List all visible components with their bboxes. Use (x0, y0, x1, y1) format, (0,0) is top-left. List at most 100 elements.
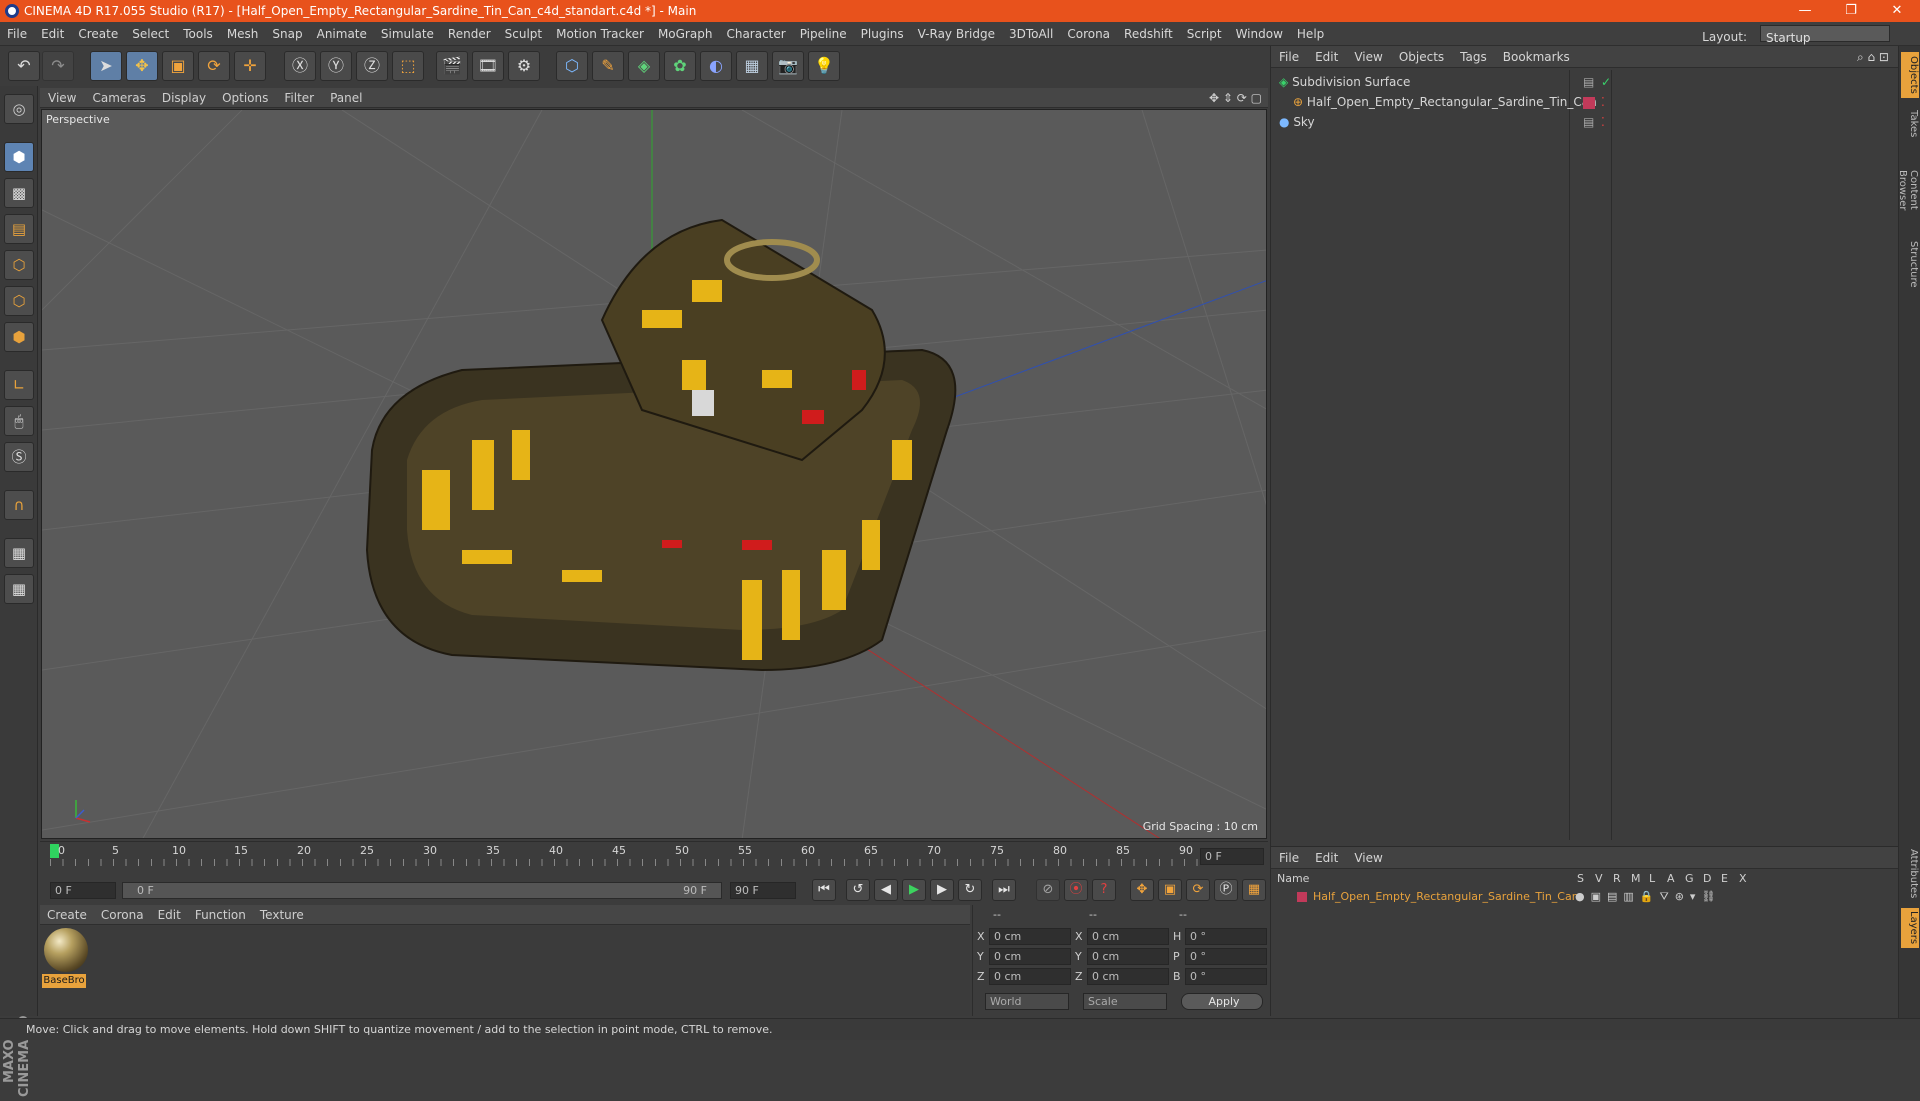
menu-script[interactable]: Script (1180, 22, 1229, 46)
layer-row[interactable]: Half_Open_Empty_Rectangular_Sardine_Tin_… (1275, 889, 1895, 905)
close-button[interactable]: ✕ (1874, 0, 1920, 22)
autokey-icon[interactable]: ? (1092, 879, 1116, 901)
x-axis-lock-icon[interactable]: Ⓧ (284, 51, 316, 81)
play-icon[interactable]: ▶ (902, 879, 926, 901)
goto-start-icon[interactable]: ⏮ (812, 879, 836, 901)
recent-tool-icon[interactable]: ✛ (234, 51, 266, 81)
enabled-check-icon[interactable]: ✓ (1601, 73, 1611, 92)
solo-mode-icon[interactable]: Ⓢ (4, 442, 34, 472)
workplane-lock-icon[interactable]: ▦ (4, 538, 34, 568)
texture-mode-icon[interactable]: ▩ (4, 178, 34, 208)
menu-3dtoall[interactable]: 3DToAll (1002, 22, 1060, 46)
polygons-mode-icon[interactable]: ⬢ (4, 322, 34, 352)
menu-vray-bridge[interactable]: V-Ray Bridge (911, 22, 1002, 46)
cube-primitive-icon[interactable]: ⬡ (556, 51, 588, 81)
undo-icon[interactable]: ↶ (8, 51, 40, 81)
tab-attributes[interactable]: Attributes (1901, 846, 1919, 902)
live-select-icon[interactable]: ➤ (90, 51, 122, 81)
vp-menu-panel[interactable]: Panel (322, 88, 370, 108)
tab-content-browser[interactable]: Content Browser (1897, 150, 1919, 230)
menu-create[interactable]: Create (71, 22, 125, 46)
key-scale-icon[interactable]: ▣ (1158, 879, 1182, 901)
menu-sculpt[interactable]: Sculpt (498, 22, 549, 46)
goto-end-icon[interactable]: ⏭ (992, 879, 1016, 901)
next-frame-icon[interactable]: ▶ (930, 879, 954, 901)
coord-system-dropdown[interactable]: World (985, 993, 1069, 1010)
camera-icon[interactable]: 📷 (772, 51, 804, 81)
tab-structure[interactable]: Structure (1901, 238, 1919, 290)
key-rotation-icon[interactable]: ⟳ (1186, 879, 1210, 901)
vp-menu-options[interactable]: Options (214, 88, 276, 108)
menu-snap[interactable]: Snap (265, 22, 309, 46)
floor-icon[interactable]: ▦ (736, 51, 768, 81)
key-parameter-icon[interactable]: Ⓟ (1214, 879, 1238, 901)
subdivision-surface-icon[interactable]: ◈ (628, 51, 660, 81)
y-axis-lock-icon[interactable]: Ⓨ (320, 51, 352, 81)
layer-menu-view[interactable]: View (1346, 847, 1390, 869)
size-x-field[interactable]: 0 cm (1087, 928, 1169, 945)
workplane-mode-icon[interactable]: ▤ (4, 214, 34, 244)
axis-mode-icon[interactable]: ∟ (4, 370, 34, 400)
start-frame-field[interactable]: 0 F (50, 882, 116, 899)
scale-tool-icon[interactable]: ▣ (162, 51, 194, 81)
material-preview[interactable] (44, 928, 88, 972)
tab-objects[interactable]: Objects (1901, 52, 1919, 98)
frame-range-slider[interactable]: 0 F 90 F (122, 882, 722, 899)
menu-plugins[interactable]: Plugins (854, 22, 911, 46)
rotation-h-field[interactable]: 0 ° (1185, 928, 1267, 945)
render-settings-icon[interactable]: ⚙ (508, 51, 540, 81)
mat-menu-texture[interactable]: Texture (253, 905, 311, 925)
3d-viewport[interactable]: Perspective Grid Spacing : 10 cm (41, 109, 1267, 839)
obj-menu-edit[interactable]: Edit (1307, 46, 1346, 68)
visibility-dots-icon[interactable]: ⁚ (1601, 113, 1605, 132)
viewport-nav-icons[interactable]: ✥ ⇕ ⟳ ▢ (1209, 88, 1262, 108)
menu-tools[interactable]: Tools (176, 22, 220, 46)
material-tag-icon[interactable] (1583, 97, 1595, 109)
menu-mesh[interactable]: Mesh (220, 22, 266, 46)
visibility-dots-icon[interactable]: ⁚ (1601, 93, 1605, 112)
obj-menu-bookmarks[interactable]: Bookmarks (1495, 46, 1578, 68)
menu-select[interactable]: Select (125, 22, 176, 46)
sardine-tin-model[interactable] (365, 218, 957, 672)
prev-frame-icon[interactable]: ◀ (874, 879, 898, 901)
viewport-camera-label[interactable]: Perspective (46, 113, 110, 126)
coordinate-system-icon[interactable]: ⬚ (392, 51, 424, 81)
size-y-field[interactable]: 0 cm (1087, 948, 1169, 965)
rotate-tool-icon[interactable]: ⟳ (198, 51, 230, 81)
edges-mode-icon[interactable]: ⬡ (4, 286, 34, 316)
pen-spline-icon[interactable]: ✎ (592, 51, 624, 81)
position-y-field[interactable]: 0 cm (989, 948, 1071, 965)
layer-menu-file[interactable]: File (1271, 847, 1307, 869)
apply-button[interactable]: Apply (1181, 993, 1263, 1010)
menu-mograph[interactable]: MoGraph (651, 22, 720, 46)
record-keys-icon[interactable]: ⦿ (1064, 879, 1088, 901)
z-axis-lock-icon[interactable]: Ⓩ (356, 51, 388, 81)
vp-menu-view[interactable]: View (40, 88, 84, 108)
mat-menu-create[interactable]: Create (40, 905, 94, 925)
mat-menu-corona[interactable]: Corona (94, 905, 151, 925)
menu-file[interactable]: File (0, 22, 34, 46)
menu-render[interactable]: Render (441, 22, 498, 46)
move-tool-icon[interactable]: ✥ (126, 51, 158, 81)
obj-menu-objects[interactable]: Objects (1391, 46, 1452, 68)
layer-menu-edit[interactable]: Edit (1307, 847, 1346, 869)
layout-dropdown[interactable]: Startup (1760, 25, 1890, 45)
prev-key-icon[interactable]: ↺ (846, 879, 870, 901)
key-position-icon[interactable]: ✥ (1130, 879, 1154, 901)
snap-icon[interactable]: ∩ (4, 490, 34, 520)
object-row[interactable]: ◈ Subdivision Surface ▤ ✓ (1279, 73, 1891, 92)
deformer-icon[interactable]: ◐ (700, 51, 732, 81)
obj-menu-view[interactable]: View (1346, 46, 1390, 68)
scale-mode-dropdown[interactable]: Scale (1083, 993, 1167, 1010)
menu-corona[interactable]: Corona (1060, 22, 1117, 46)
material-name[interactable]: BaseBro (42, 974, 86, 988)
tab-takes[interactable]: Takes (1901, 104, 1919, 144)
menu-animate[interactable]: Animate (310, 22, 374, 46)
vp-menu-cameras[interactable]: Cameras (84, 88, 153, 108)
render-picture-viewer-icon[interactable]: 🎞 (472, 51, 504, 81)
object-row[interactable]: ⊕ Half_Open_Empty_Rectangular_Sardine_Ti… (1279, 93, 1891, 112)
next-key-icon[interactable]: ↻ (958, 879, 982, 901)
timeline-ruler[interactable]: 0 5 10 15 20 25 30 35 40 45 50 55 60 65 … (40, 841, 1268, 875)
object-manager-nav-icons[interactable]: ⌕ ⌂ ⊡ (1857, 46, 1889, 68)
menu-character[interactable]: Character (719, 22, 792, 46)
